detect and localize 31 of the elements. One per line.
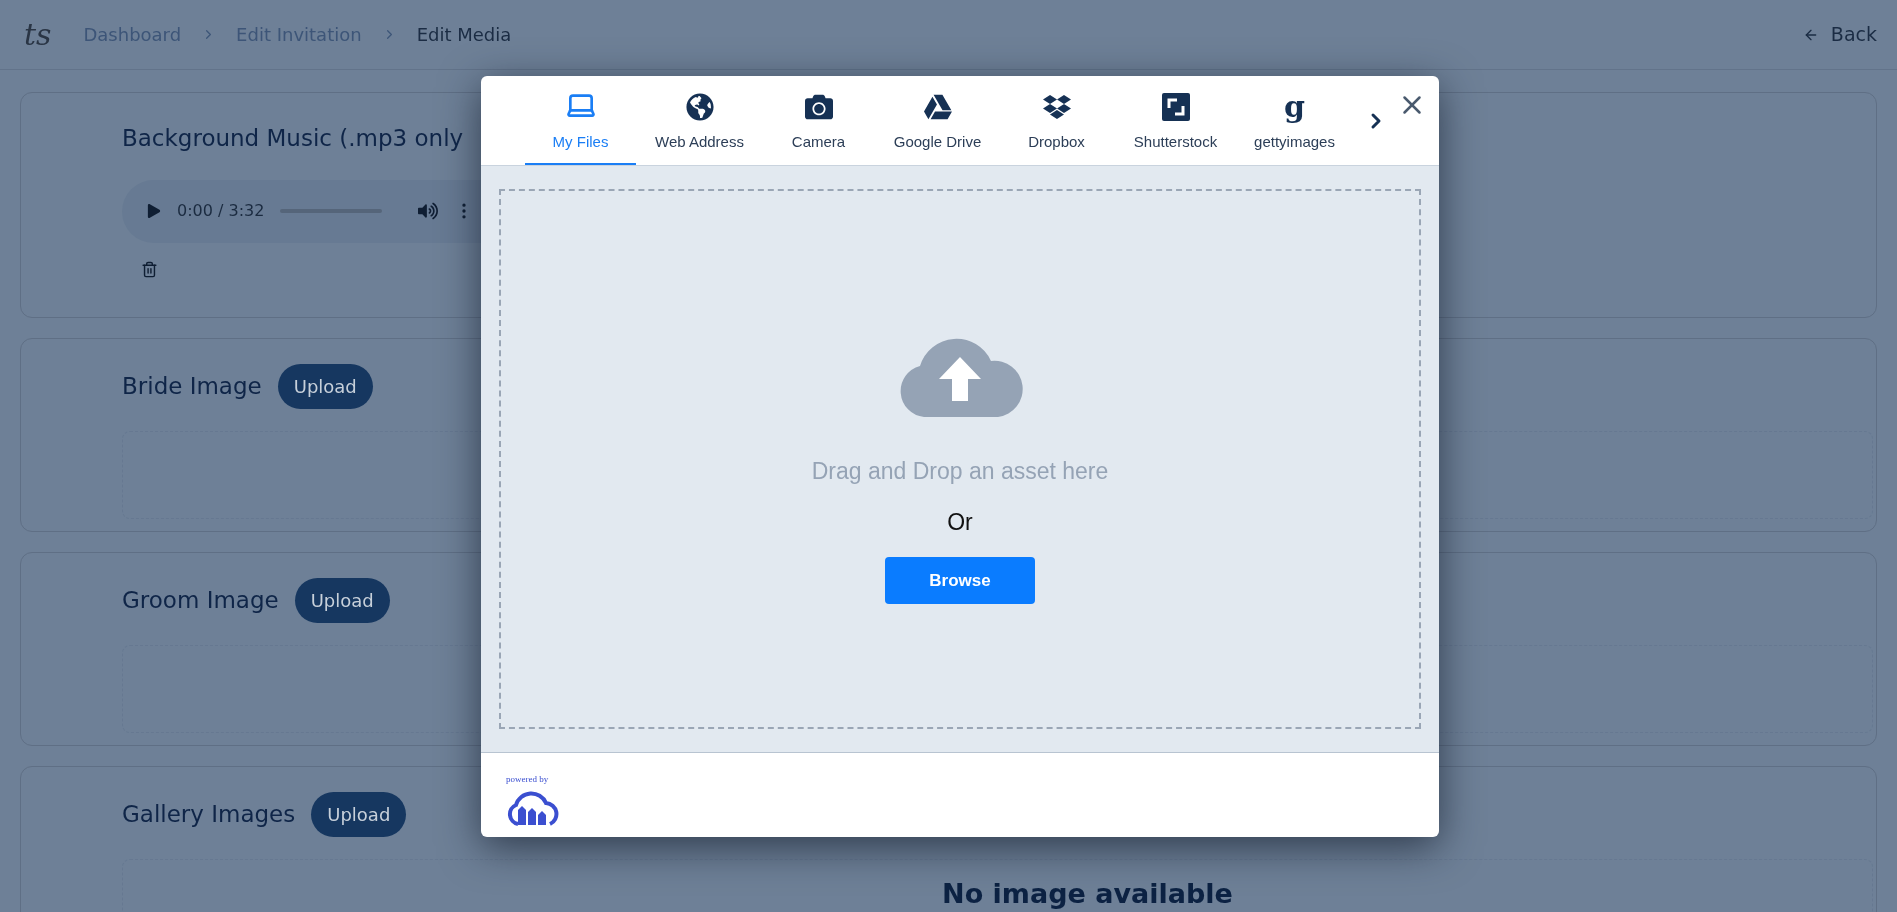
browse-button[interactable]: Browse bbox=[885, 557, 1035, 604]
frame-square-icon bbox=[1161, 92, 1190, 121]
source-tab[interactable]: Google Drive bbox=[882, 75, 993, 165]
cloud-logo-icon bbox=[506, 790, 560, 827]
back-label: Back bbox=[1830, 22, 1877, 48]
audio-time: 0:00 / 3:32 bbox=[177, 200, 265, 222]
camera-icon bbox=[804, 92, 833, 121]
drop-instructions: Drag and Drop an asset here bbox=[811, 457, 1109, 486]
upload-button[interactable]: Upload bbox=[277, 364, 373, 409]
volume-icon[interactable] bbox=[418, 201, 439, 221]
play-icon[interactable] bbox=[147, 204, 161, 218]
source-tab[interactable]: Dropbox bbox=[1001, 75, 1112, 165]
globe-icon bbox=[685, 92, 714, 121]
upload-button[interactable]: Upload bbox=[294, 578, 390, 623]
source-tab[interactable]: Web Address bbox=[644, 75, 755, 165]
triangle-logo-icon bbox=[923, 92, 952, 121]
or-label: Or bbox=[947, 507, 973, 537]
section-title: Gallery Images bbox=[122, 800, 296, 830]
section-title: Background Music (.mp3 only bbox=[122, 125, 464, 151]
drop-zone[interactable]: Drag and Drop an asset here Or Browse bbox=[499, 189, 1421, 729]
source-tab[interactable]: Shutterstock bbox=[1120, 75, 1231, 165]
diamonds-logo-icon bbox=[1042, 92, 1071, 121]
empty-message: No image available bbox=[942, 877, 1233, 911]
source-tab[interactable]: g gettyimages bbox=[1239, 75, 1350, 165]
trash-icon[interactable] bbox=[141, 260, 158, 278]
source-tab[interactable]: Camera bbox=[763, 75, 874, 165]
section-title: Bride Image bbox=[122, 372, 262, 402]
upload-button[interactable]: Upload bbox=[311, 792, 407, 837]
letter-logo-icon: g bbox=[1284, 92, 1305, 121]
powered-by-label: powered by bbox=[506, 773, 550, 786]
section-title: Groom Image bbox=[122, 586, 279, 616]
